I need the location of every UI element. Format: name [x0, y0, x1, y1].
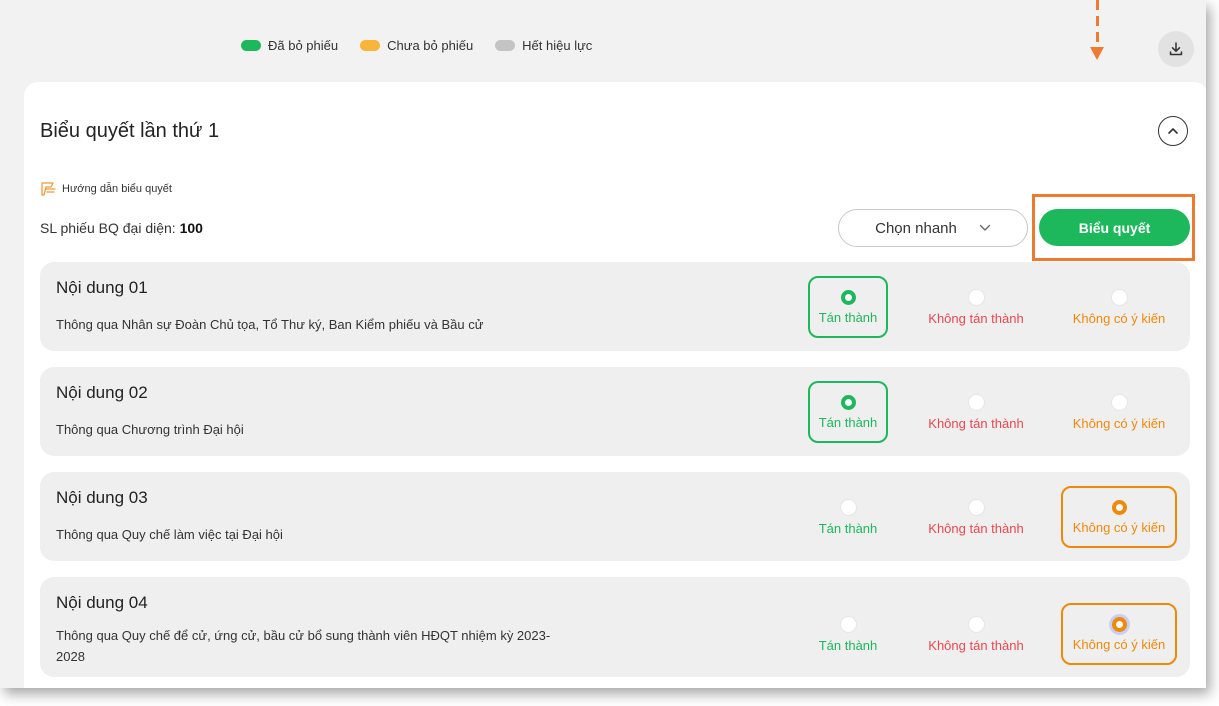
- radio-approve[interactable]: [840, 289, 856, 305]
- guide-icon: [41, 182, 56, 196]
- item-title: Nội dung 03: [56, 488, 148, 507]
- item-title: Nội dung 02: [56, 383, 148, 402]
- radio-disapprove[interactable]: [967, 615, 985, 633]
- option-label: Tán thành: [818, 414, 878, 430]
- option-label: Không có ý kiến: [1072, 636, 1166, 652]
- voting-item: Nội dung 02 Thông qua Chương trình Đại h…: [40, 367, 1190, 456]
- radio-approve[interactable]: [839, 615, 857, 633]
- option-label: Tán thành: [818, 309, 878, 325]
- voting-item: Nội dung 03 Thông qua Quy chế làm việc t…: [40, 472, 1190, 561]
- radio-disapprove[interactable]: [967, 393, 985, 411]
- option-disapprove[interactable]: Không tán thành: [916, 603, 1036, 665]
- summary-value: 100: [179, 220, 203, 236]
- download-icon: [1169, 42, 1183, 56]
- legend-item-not-voted: Chưa bỏ phiếu: [360, 38, 473, 53]
- option-label: Không tán thành: [928, 520, 1024, 536]
- option-approve[interactable]: Tán thành: [808, 486, 888, 548]
- vote-button[interactable]: Biểu quyết: [1039, 209, 1190, 246]
- app-frame: Đã bỏ phiếu Chưa bỏ phiếu Hết hiệu lực B…: [0, 0, 1206, 688]
- radio-approve[interactable]: [839, 498, 857, 516]
- voting-guide-link[interactable]: Hướng dẫn biểu quyết: [40, 181, 172, 197]
- radio-no-opinion[interactable]: [1111, 616, 1127, 632]
- legend-label: Hết hiệu lực: [522, 38, 593, 53]
- item-title: Nội dung 04: [56, 593, 148, 612]
- legend-dot-expired: [495, 40, 516, 51]
- chevron-down-icon: [979, 224, 991, 231]
- legend-label: Chưa bỏ phiếu: [387, 38, 474, 53]
- option-approve[interactable]: Tán thành: [808, 603, 888, 665]
- legend-dot-not-voted: [360, 40, 381, 51]
- quick-select-dropdown[interactable]: Chọn nhanh: [838, 209, 1028, 247]
- download-button[interactable]: [1158, 31, 1194, 67]
- radio-no-opinion[interactable]: [1110, 288, 1128, 306]
- option-approve[interactable]: Tán thành: [808, 276, 888, 338]
- option-disapprove[interactable]: Không tán thành: [916, 486, 1036, 548]
- item-description: Thông qua Quy chế làm việc tại Đại hội: [56, 527, 283, 542]
- option-label: Tán thành: [818, 637, 878, 653]
- representative-votes: SL phiếu BQ đại diện: 100: [40, 220, 203, 236]
- guide-label: Hướng dẫn biểu quyết: [62, 183, 172, 195]
- option-label: Không có ý kiến: [1072, 519, 1166, 535]
- option-no-opinion[interactable]: Không có ý kiến: [1061, 486, 1177, 548]
- option-no-opinion[interactable]: Không có ý kiến: [1061, 381, 1177, 443]
- item-description: Thông qua Quy chế để cử, ứng cử, bầu cử …: [56, 628, 551, 664]
- option-label: Không có ý kiến: [1072, 415, 1166, 431]
- quick-select-label: Chọn nhanh: [875, 219, 957, 237]
- item-description: Thông qua Chương trình Đại hội: [56, 422, 244, 437]
- voting-item: Nội dung 04 Thông qua Quy chế để cử, ứng…: [40, 577, 1190, 677]
- voting-card: Biểu quyết lần thứ 1 Hướng dẫn biểu quyế…: [24, 82, 1206, 688]
- option-approve[interactable]: Tán thành: [808, 381, 888, 443]
- legend-item-voted: Đã bỏ phiếu: [241, 38, 338, 53]
- option-label: Tán thành: [818, 520, 878, 536]
- radio-no-opinion[interactable]: [1110, 393, 1128, 411]
- item-title: Nội dung 01: [56, 278, 148, 297]
- option-label: Không tán thành: [928, 637, 1024, 653]
- annotation-arrow-line: [1096, 0, 1099, 44]
- summary-label: SL phiếu BQ đại diện:: [40, 220, 176, 236]
- chevron-up-icon: [1168, 128, 1178, 134]
- option-no-opinion[interactable]: Không có ý kiến: [1061, 603, 1177, 665]
- legend-item-expired: Hết hiệu lực: [495, 38, 592, 53]
- option-label: Không tán thành: [928, 415, 1024, 431]
- radio-no-opinion[interactable]: [1111, 499, 1127, 515]
- legend-label: Đã bỏ phiếu: [268, 38, 339, 53]
- legend-dot-voted: [241, 40, 261, 51]
- legend: Đã bỏ phiếu Chưa bỏ phiếu Hết hiệu lực: [241, 38, 592, 53]
- card-title: Biểu quyết lần thứ 1: [40, 120, 220, 142]
- annotation-arrow-head: [1090, 47, 1104, 60]
- radio-approve[interactable]: [840, 394, 856, 410]
- option-label: Không tán thành: [928, 310, 1024, 326]
- option-disapprove[interactable]: Không tán thành: [916, 276, 1036, 338]
- voting-item: Nội dung 01 Thông qua Nhân sự Đoàn Chủ t…: [40, 262, 1190, 351]
- option-no-opinion[interactable]: Không có ý kiến: [1061, 276, 1177, 338]
- option-label: Không có ý kiến: [1072, 310, 1166, 326]
- option-disapprove[interactable]: Không tán thành: [916, 381, 1036, 443]
- radio-disapprove[interactable]: [967, 498, 985, 516]
- item-description: Thông qua Nhân sự Đoàn Chủ tọa, Tổ Thư k…: [56, 317, 484, 332]
- collapse-button[interactable]: [1158, 116, 1188, 146]
- radio-disapprove[interactable]: [967, 288, 985, 306]
